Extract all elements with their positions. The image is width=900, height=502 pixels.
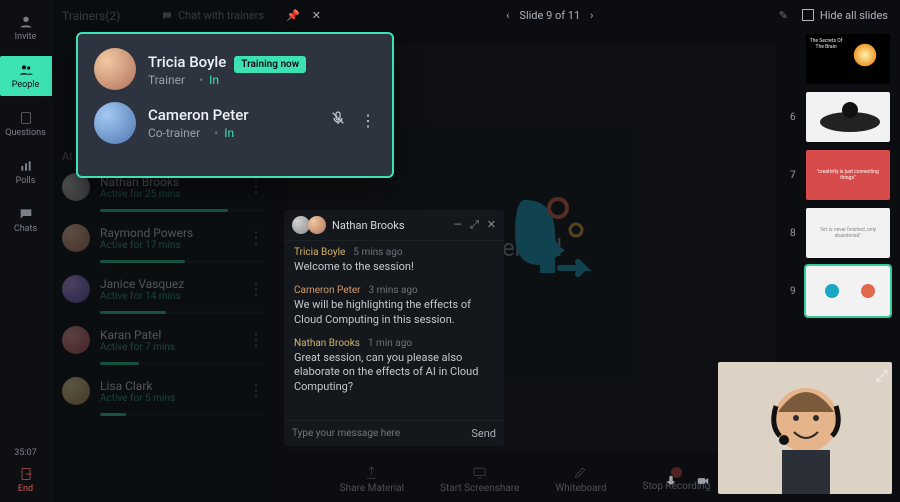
msg-time: 1 min ago: [368, 338, 412, 349]
more-icon[interactable]: ⋮: [360, 111, 376, 130]
chat-input[interactable]: [292, 428, 471, 439]
avatar: [62, 224, 90, 252]
slide-counter: Slide 9 of 11: [519, 9, 580, 22]
more-icon[interactable]: ⋮: [248, 279, 264, 298]
more-icon[interactable]: ⋮: [248, 228, 264, 247]
expand-icon[interactable]: ⤢: [875, 366, 888, 386]
list-item[interactable]: Raymond PowersActive for 17 mins ⋮: [52, 216, 274, 256]
expand-icon[interactable]: ⤢: [470, 218, 479, 232]
slide-thumb[interactable]: "Art is never finished, only abandoned": [806, 208, 890, 258]
msg-text: Great session, can you please also elabo…: [294, 351, 494, 396]
nav-label: End: [18, 484, 33, 494]
nav-questions[interactable]: Questions: [0, 104, 52, 144]
msg-text: Welcome to the session!: [294, 260, 494, 275]
nav-invite[interactable]: Invite: [0, 8, 52, 48]
nav-label: Invite: [15, 32, 37, 42]
avatar: [94, 102, 136, 144]
mic-muted-icon[interactable]: [330, 110, 346, 130]
chat-trainers-link[interactable]: Chat with trainers: [161, 9, 264, 22]
slide-thumb[interactable]: [806, 266, 890, 316]
avatar: [94, 48, 136, 90]
nav-chats[interactable]: Chats: [0, 200, 52, 240]
person-state: In: [193, 73, 219, 87]
msg-author: Tricia Boyle: [294, 247, 345, 258]
msg-author: Nathan Brooks: [294, 338, 360, 349]
share-material-button[interactable]: Share Material: [340, 465, 404, 494]
start-screenshare-button[interactable]: Start Screenshare: [440, 465, 519, 494]
pip-controls: [664, 473, 710, 492]
nav-label: Chats: [14, 224, 37, 234]
nav-label: Questions: [5, 128, 45, 138]
attendee-list: Nathan Brooks Active for 25 mins ⋮ Raymo…: [52, 165, 274, 420]
send-button[interactable]: Send: [471, 427, 496, 440]
msg-time: 3 mins ago: [369, 285, 418, 296]
slide-next-icon[interactable]: ›: [590, 9, 593, 22]
avatar: [308, 216, 326, 234]
camera-icon[interactable]: [696, 473, 710, 492]
more-icon[interactable]: ⋮: [248, 177, 264, 196]
pin-icon[interactable]: 📌: [286, 9, 300, 22]
slide-thumb[interactable]: [806, 92, 890, 142]
list-item[interactable]: Lisa ClarkActive for 5 mins ⋮: [52, 369, 274, 409]
hide-slides-button[interactable]: Hide all slides: [802, 9, 888, 22]
edit-icon[interactable]: ✎: [779, 9, 788, 22]
minimize-icon[interactable]: —: [453, 218, 462, 232]
list-item[interactable]: Karan PatelActive for 7 mins ⋮: [52, 318, 274, 358]
people-popover: Tricia Boyle Training now Trainer In Camer…: [76, 32, 394, 178]
trainers-heading: Trainers(2): [62, 9, 120, 23]
avatar: [62, 326, 90, 354]
attendee-status: Active for 25 mins: [100, 189, 264, 200]
nav-rail: Invite People Questions Polls Chats 35:0…: [0, 0, 52, 502]
chat-window: Nathan Brooks — ⤢ ✕ Tricia Boyle 5 mins a…: [284, 210, 504, 446]
slide-prev-icon[interactable]: ‹: [506, 9, 509, 22]
camera-pip[interactable]: ⤢: [718, 362, 892, 494]
person-role: Trainer: [148, 73, 185, 87]
nav-label: People: [12, 80, 40, 90]
msg-time: 5 mins ago: [353, 247, 402, 258]
slide-thumb[interactable]: "creativity is just connecting things": [806, 150, 890, 200]
avatar: [62, 377, 90, 405]
person-role: Co-trainer: [148, 126, 200, 140]
square-icon: [802, 9, 814, 21]
slide-thumb[interactable]: The Secrets OfThe Brain: [806, 34, 890, 84]
nav-polls[interactable]: Polls: [0, 152, 52, 192]
topbar: 📌 ✕ ‹ Slide 9 of 11 › ✎ Hide all slides: [274, 0, 900, 30]
nav-people[interactable]: People: [0, 56, 52, 96]
close-icon[interactable]: ✕: [312, 9, 321, 22]
person-name: Tricia Boyle: [148, 53, 226, 71]
mic-icon[interactable]: [664, 473, 678, 492]
nav-end[interactable]: End: [0, 466, 52, 494]
training-now-badge: Training now: [234, 56, 306, 73]
person-name: Cameron Peter: [148, 106, 249, 124]
session-timer: 35:07: [14, 448, 36, 458]
nav-label: Polls: [16, 176, 36, 186]
avatar: [62, 275, 90, 303]
msg-text: We will be highlighting the effects of C…: [294, 298, 494, 328]
msg-author: Cameron Peter: [294, 285, 361, 296]
trainer-row[interactable]: Tricia Boyle Training now Trainer In: [94, 48, 376, 90]
close-icon[interactable]: ✕: [487, 218, 496, 232]
more-icon[interactable]: ⋮: [248, 381, 264, 400]
person-state: In: [208, 126, 234, 140]
trainer-row[interactable]: Cameron Peter Co-trainer In ⋮: [94, 102, 376, 144]
list-item[interactable]: Janice VasquezActive for 14 mins ⋮: [52, 267, 274, 307]
chat-title: Nathan Brooks: [332, 219, 405, 232]
whiteboard-button[interactable]: Whiteboard: [555, 465, 606, 494]
more-icon[interactable]: ⋮: [248, 330, 264, 349]
